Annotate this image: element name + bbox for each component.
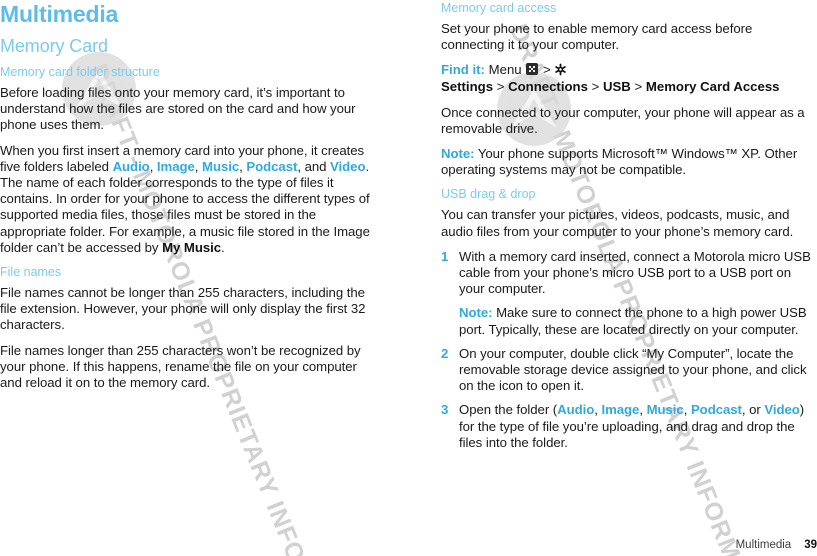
text-separator: , or [741,402,765,418]
page-title: Multimedia [0,1,119,27]
footer-page-number: 39 [804,539,817,551]
step-text: On your computer, double click “My Compu… [459,345,807,394]
subheading-memory-card-folder-structure: Memory card folder structure [0,65,160,79]
note-text: Make sure to connect the phone to a high… [459,305,807,337]
paragraph-file-name-length: File names cannot be longer than 255 cha… [0,285,366,333]
path-settings: Settings [441,79,494,94]
folder-name-music: Music [202,158,240,174]
folder-name-video: Video [330,158,366,174]
note-windows-xp: Note: Your phone supports Microsoft™ Win… [441,146,817,178]
folder-name-podcast: Podcast [690,402,742,418]
text-fragment: . [221,239,225,255]
folder-name-audio: Audio [112,158,150,174]
text-separator: , [639,402,647,418]
list-item: 3 Open the folder (Audio, Image, Music, … [441,402,817,451]
path-memory-card-access: Memory Card Access [645,79,780,94]
step-number: 2 [441,345,449,361]
footer-section-name: Multimedia [735,539,792,551]
section-heading-memory-card: Memory Card [0,36,108,56]
step-text: Open the folder (Audio, Image, Music, Po… [459,402,817,451]
app-name-my-music: My Music [162,239,222,255]
step-note: Note: Make sure to connect the phone to … [459,305,817,337]
list-item: 1 With a memory card inserted, connect a… [441,249,817,338]
subheading-file-names: File names [0,265,62,280]
folder-name-image: Image [156,158,195,174]
path-separator: > [542,62,551,78]
find-it-path: Find it: Menu > Settings > Connections >… [441,62,817,95]
paragraph-enable-card-access: Set your phone to enable memory card acc… [441,21,753,53]
subheading-usb-drag-and-drop: USB drag & drop [441,187,536,202]
left-column: Multimedia Memory Card Memory card folde… [0,0,376,391]
paragraph-five-folders: When you first insert a memory card into… [0,143,376,256]
paragraph-removable-drive: Once connected to your computer, your ph… [441,104,805,136]
folder-name-podcast: Podcast [246,158,298,174]
right-column: Memory card access Set your phone to ena… [441,0,817,459]
text-separator: , [194,158,203,174]
folder-name-music: Music [646,402,684,418]
paragraph-transfer-files: You can transfer your pictures, videos, … [441,207,794,239]
list-item: 2 On your computer, double click “My Com… [441,346,817,395]
note-text: Your phone supports Microsoft™ Windows™ … [441,146,798,178]
step-text: With a memory card inserted, connect a M… [459,248,811,297]
manual-page: Multimedia Memory Card Memory card folde… [0,0,817,556]
text-separator: , [149,158,157,174]
paragraph-file-name-too-long: File names longer than 255 characters wo… [0,342,361,391]
note-label: Note: [441,146,475,161]
menu-grid-icon [526,63,539,76]
text-fragment: Open the folder ( [459,402,558,418]
subheading-memory-card-access: Memory card access [441,1,557,15]
step-number: 3 [441,402,449,418]
paragraph-folder-intro: Before loading files onto your memory ca… [0,85,356,133]
text-separator: , [683,402,691,418]
step-number: 1 [441,248,449,264]
gear-icon [554,63,567,76]
folder-name-video: Video [764,402,800,418]
text-separator: , and [297,158,331,174]
steps-list: 1 With a memory card inserted, connect a… [441,249,817,451]
find-it-label: Find it: [441,62,485,78]
folder-name-image: Image [601,402,640,418]
menu-word: Menu [488,62,522,78]
path-usb: USB [602,79,631,94]
page-footer: Multimedia 39 [736,538,817,552]
path-connections: Connections [508,79,588,94]
folder-name-audio: Audio [557,402,595,418]
note-label: Note: [459,305,493,321]
